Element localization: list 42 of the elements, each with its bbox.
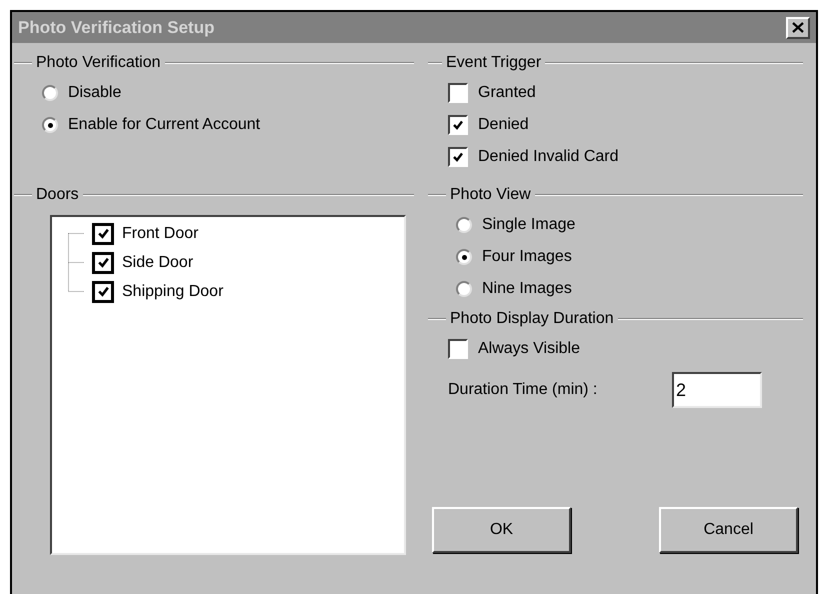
group-title: Event Trigger <box>446 54 542 72</box>
close-button[interactable] <box>786 16 810 38</box>
check-icon <box>452 119 464 131</box>
check-icon <box>96 227 110 240</box>
tree-lines-drawing <box>68 233 84 292</box>
checkbox[interactable] <box>92 222 114 244</box>
checkbox[interactable] <box>448 339 468 359</box>
checkbox[interactable] <box>448 147 468 167</box>
checkbox[interactable] <box>448 83 468 103</box>
close-icon <box>792 22 804 33</box>
group-title: Photo Verification <box>36 54 161 72</box>
checkbox-label: Always Visible <box>478 340 580 358</box>
radio-button[interactable] <box>456 217 472 233</box>
door-label[interactable]: Front Door <box>122 224 198 242</box>
window-title: Photo Verification Setup <box>18 18 214 38</box>
dialog-button[interactable]: Cancel <box>659 507 798 553</box>
group-title: Photo Display Duration <box>450 310 614 328</box>
radio-button[interactable] <box>456 249 472 265</box>
checkbox[interactable] <box>92 280 114 302</box>
group-title: Photo View <box>450 186 531 204</box>
dialog-button[interactable]: OK <box>432 507 571 553</box>
door-label[interactable]: Shipping Door <box>122 282 224 300</box>
radio-label: Single Image <box>482 216 576 234</box>
duration-field[interactable]: 2 <box>672 372 762 408</box>
duration-label: Duration Time (min) : <box>448 381 598 399</box>
check-icon <box>96 285 110 298</box>
radio-label: Enable for Current Account <box>68 116 260 134</box>
radio-button[interactable] <box>456 281 472 297</box>
check-icon <box>96 256 110 269</box>
checkbox-label: Denied <box>478 116 529 134</box>
radio-button[interactable] <box>42 117 58 133</box>
checkbox-label: Granted <box>478 84 536 102</box>
checkbox[interactable] <box>448 115 468 135</box>
checkbox[interactable] <box>92 252 114 274</box>
radio-button[interactable] <box>42 85 58 101</box>
door-label[interactable]: Side Door <box>122 254 194 272</box>
check-icon <box>452 151 464 163</box>
radio-label: Four Images <box>482 248 572 266</box>
group-title: Doors <box>36 186 79 204</box>
radio-label: Nine Images <box>482 280 572 298</box>
radio-label: Disable <box>68 84 122 102</box>
checkbox-label: Denied Invalid Card <box>478 148 619 166</box>
